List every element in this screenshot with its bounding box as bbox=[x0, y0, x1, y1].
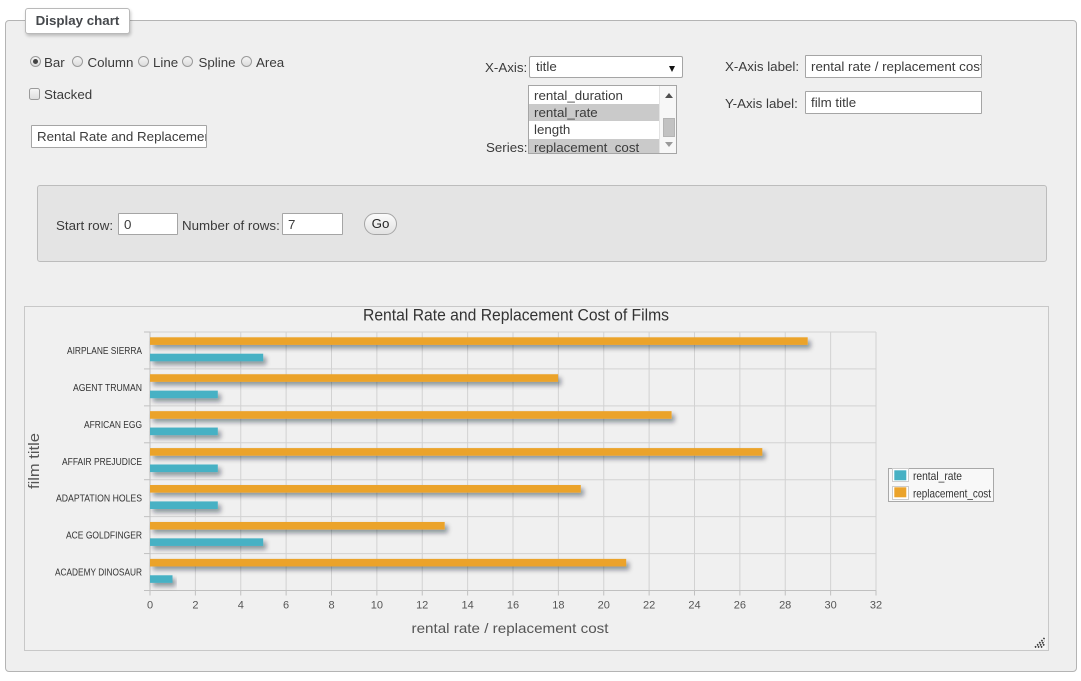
svg-text:16: 16 bbox=[507, 600, 519, 612]
svg-text:6: 6 bbox=[283, 600, 289, 612]
svg-text:20: 20 bbox=[598, 600, 610, 612]
svg-text:replacement_cost: replacement_cost bbox=[913, 487, 992, 501]
svg-text:AFFAIR PREJUDICE: AFFAIR PREJUDICE bbox=[62, 457, 142, 468]
svg-text:0: 0 bbox=[147, 600, 153, 612]
svg-text:ACE GOLDFINGER: ACE GOLDFINGER bbox=[66, 531, 142, 542]
svg-text:24: 24 bbox=[688, 600, 700, 612]
svg-text:2: 2 bbox=[192, 600, 198, 612]
svg-text:AGENT TRUMAN: AGENT TRUMAN bbox=[73, 383, 142, 394]
svg-text:ACADEMY DINOSAUR: ACADEMY DINOSAUR bbox=[55, 568, 142, 579]
svg-text:22: 22 bbox=[643, 600, 655, 612]
svg-text:14: 14 bbox=[461, 600, 473, 612]
svg-text:18: 18 bbox=[552, 600, 564, 612]
svg-text:Rental Rate and Replacement Co: Rental Rate and Replacement Cost of Film… bbox=[363, 306, 669, 325]
svg-text:10: 10 bbox=[371, 600, 383, 612]
svg-text:ADAPTATION HOLES: ADAPTATION HOLES bbox=[56, 494, 142, 505]
svg-text:film title: film title bbox=[26, 433, 43, 489]
svg-text:28: 28 bbox=[779, 600, 791, 612]
svg-text:AFRICAN EGG: AFRICAN EGG bbox=[84, 420, 142, 431]
svg-text:4: 4 bbox=[238, 600, 244, 612]
svg-text:12: 12 bbox=[416, 600, 428, 612]
svg-text:30: 30 bbox=[824, 600, 836, 612]
svg-text:26: 26 bbox=[734, 600, 746, 612]
svg-text:rental_rate: rental_rate bbox=[913, 469, 962, 483]
svg-text:AIRPLANE SIERRA: AIRPLANE SIERRA bbox=[67, 346, 142, 357]
svg-text:32: 32 bbox=[870, 600, 882, 612]
svg-text:8: 8 bbox=[328, 600, 334, 612]
svg-text:rental rate / replacement cost: rental rate / replacement cost bbox=[412, 620, 609, 636]
